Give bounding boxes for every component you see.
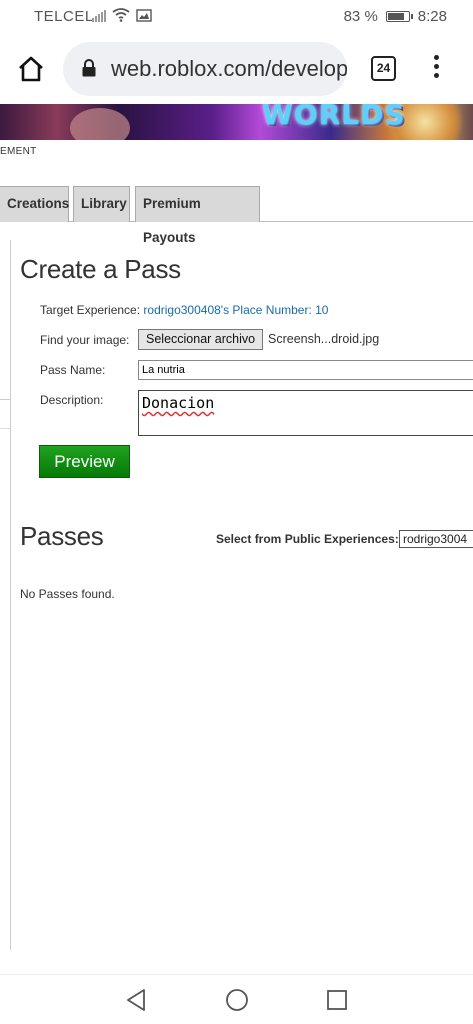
address-bar[interactable]: web.roblox.com/develop [63,42,347,96]
left-divider [10,240,11,950]
public-experiences-label: Select from Public Experiences: [216,532,399,546]
selected-file-name: Screensh...droid.jpg [268,332,380,346]
banner-character [70,108,130,140]
image-notification-icon [136,8,152,22]
url-text: web.roblox.com/develop [111,56,347,81]
home-circle-icon[interactable] [225,988,249,1012]
tab-switcher-button[interactable]: 24 [371,56,396,81]
recents-icon[interactable] [326,988,348,1012]
find-image-label: Find your image: [40,333,130,347]
target-experience-row: Target Experience: rodrigo300408's Place… [40,303,328,317]
create-pass-title: Create a Pass [20,254,181,284]
signal-icon [92,8,106,22]
system-navigation-bar [0,974,473,1024]
status-icons [92,8,152,22]
game-banner: WORLDS [0,104,473,140]
overflow-menu-icon[interactable] [431,55,441,83]
description-text: Donacion [142,394,215,412]
battery-percent: 83 % [343,8,378,25]
passes-title: Passes [20,521,104,551]
status-right: 83 % 8:28 [344,8,447,25]
tab-creations[interactable]: Creations [0,186,69,222]
target-experience-link[interactable]: rodrigo300408's Place Number: 10 [143,303,328,317]
wifi-icon [112,8,130,22]
pass-name-label: Pass Name: [40,363,106,377]
back-icon[interactable] [125,988,147,1012]
target-experience-label: Target Experience: [40,303,141,317]
left-divider-tick [0,399,10,400]
battery-icon [385,11,413,22]
no-passes-message: No Passes found. [20,587,115,601]
carrier-name: TELCEL [34,8,94,25]
description-textarea[interactable]: Donacion [138,390,473,436]
choose-file-button[interactable]: Seleccionar archivo [138,329,264,350]
browser-toolbar: web.roblox.com/develop 24 [0,34,473,104]
left-divider-tick [0,428,10,429]
develop-tabs: Creations Library Premium Payouts [0,186,473,245]
clock: 8:28 [417,8,447,25]
public-experiences-select[interactable]: rodrigo3004 [399,530,473,548]
banner-logo: WORLDS [262,104,406,131]
breadcrumb: EMENT [0,146,37,157]
preview-button[interactable]: Preview [39,445,130,478]
lock-icon [82,59,96,77]
tab-premium-payouts[interactable]: Premium Payouts [135,186,260,245]
home-icon[interactable] [16,54,46,84]
status-bar: TELCEL 83 % 8:28 [0,0,473,34]
pass-name-input[interactable]: La nutria [138,360,473,380]
tab-library[interactable]: Library [73,186,130,222]
description-label: Description: [40,393,104,407]
battery-fill [387,13,404,20]
